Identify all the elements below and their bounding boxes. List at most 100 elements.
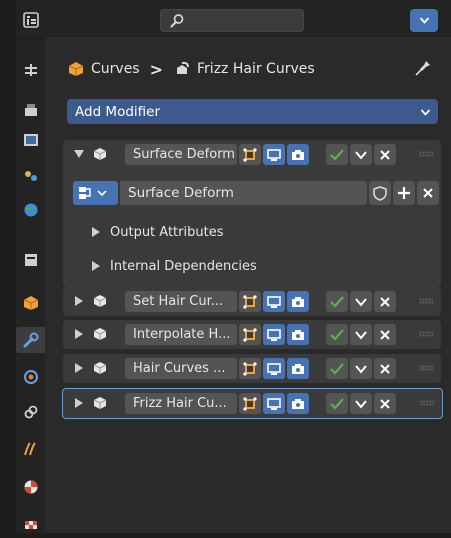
- add-modifier-label: Add Modifier: [75, 103, 161, 120]
- render-toggle[interactable]: [287, 358, 309, 379]
- scene-tab-icon[interactable]: [16, 197, 45, 223]
- apply-check-button[interactable]: [326, 324, 348, 345]
- chevron-down-icon: [355, 150, 367, 160]
- search-icon: [170, 14, 184, 28]
- fake-user-button[interactable]: [369, 181, 391, 205]
- node-group-name-field[interactable]: Surface Deform: [120, 181, 367, 205]
- expand-arrow-icon[interactable]: [75, 296, 83, 306]
- unlink-node-group-button[interactable]: [417, 181, 439, 205]
- subpanel-label: Output Attributes: [110, 224, 224, 240]
- subpanel-output-attributes[interactable]: Output Attributes: [92, 222, 223, 242]
- apply-check-button[interactable]: [326, 144, 348, 165]
- chevron-down-icon: [355, 364, 367, 374]
- properties-header: [45, 0, 451, 37]
- add-modifier-dropdown[interactable]: Add Modifier: [67, 99, 438, 124]
- edit-mode-toggle[interactable]: [239, 358, 261, 379]
- material-tab-icon[interactable]: [16, 474, 45, 500]
- modifier-menu-button[interactable]: [350, 324, 372, 345]
- edit-mode-toggle[interactable]: [239, 291, 261, 312]
- new-node-group-button[interactable]: [393, 181, 415, 205]
- chevron-down-icon: [97, 190, 107, 197]
- monitor-icon: [267, 295, 281, 308]
- render-toggle[interactable]: [287, 291, 309, 312]
- close-icon: [380, 398, 390, 409]
- close-icon: [380, 296, 390, 307]
- render-toggle[interactable]: [287, 144, 309, 165]
- modifier-header[interactable]: Hair Curves ...: [63, 354, 441, 382]
- modifier-name-field[interactable]: Hair Curves ...: [125, 358, 237, 379]
- apply-check-button[interactable]: [326, 291, 348, 312]
- expand-arrow-icon[interactable]: [75, 398, 83, 408]
- output-tab-icon[interactable]: [16, 127, 45, 153]
- edit-mode-toggle[interactable]: [239, 324, 261, 345]
- curves-data-icon: [177, 61, 190, 74]
- realtime-toggle[interactable]: [263, 393, 285, 414]
- remove-modifier-button[interactable]: [374, 144, 396, 165]
- camera-icon: [292, 296, 304, 307]
- edit-mode-toggle[interactable]: [239, 144, 261, 165]
- modifiers-tab-icon[interactable]: [16, 327, 45, 353]
- remove-modifier-button[interactable]: [374, 358, 396, 379]
- realtime-toggle[interactable]: [263, 144, 285, 165]
- apply-check-button[interactable]: [326, 358, 348, 379]
- pin-icon[interactable]: [414, 59, 432, 77]
- edit-mode-toggle[interactable]: [239, 393, 261, 414]
- camera-icon: [292, 329, 304, 340]
- drag-handle[interactable]: [420, 400, 434, 406]
- modifier-name-field[interactable]: Surface Deform: [125, 144, 237, 165]
- breadcrumb-separator: >: [149, 59, 164, 79]
- editor-type-icon[interactable]: [16, 7, 45, 33]
- drag-handle[interactable]: [419, 151, 433, 157]
- modifier-name-field[interactable]: Interpolate H...: [125, 324, 237, 345]
- realtime-toggle[interactable]: [263, 358, 285, 379]
- collection-tab-icon[interactable]: [16, 247, 45, 273]
- node-tree-icon: [79, 187, 91, 199]
- modifier-name-field[interactable]: Frizz Hair Cu...: [125, 393, 237, 414]
- object-tab-icon[interactable]: [16, 290, 45, 316]
- render-toggle[interactable]: [287, 393, 309, 414]
- realtime-toggle[interactable]: [263, 324, 285, 345]
- modifier-menu-button[interactable]: [350, 291, 372, 312]
- camera-icon: [292, 363, 304, 374]
- modifier-header[interactable]: Interpolate H...: [63, 320, 441, 348]
- edit-mode-icon: [243, 396, 257, 411]
- remove-modifier-button[interactable]: [374, 324, 396, 345]
- subpanel-internal-dependencies[interactable]: Internal Dependencies: [92, 256, 257, 276]
- physics-tab-icon[interactable]: [16, 399, 45, 425]
- shield-icon: [373, 186, 387, 201]
- view-layer-tab-icon[interactable]: [16, 162, 45, 188]
- apply-check-button[interactable]: [326, 393, 348, 414]
- node-group-browse-button[interactable]: [73, 181, 118, 205]
- modifier-header[interactable]: Surface Deform: [63, 140, 441, 168]
- constraints-tab-icon[interactable]: [16, 436, 45, 462]
- drag-handle[interactable]: [419, 298, 433, 304]
- expand-arrow-icon[interactable]: [75, 329, 83, 339]
- remove-modifier-button[interactable]: [374, 393, 396, 414]
- check-icon: [330, 397, 344, 410]
- remove-modifier-button[interactable]: [374, 291, 396, 312]
- modifier-menu-button[interactable]: [350, 144, 372, 165]
- chevron-down-icon: [355, 330, 367, 340]
- particles-tab-icon[interactable]: [16, 364, 45, 390]
- modifier-menu-button[interactable]: [350, 393, 372, 414]
- check-icon: [330, 328, 344, 341]
- breadcrumb-data-name: Frizz Hair Curves: [197, 61, 315, 77]
- tool-tab-icon[interactable]: [16, 57, 45, 83]
- options-dropdown-button[interactable]: [410, 9, 438, 32]
- node-group-selector-row: Surface Deform: [73, 181, 439, 207]
- check-icon: [330, 295, 344, 308]
- drag-handle[interactable]: [419, 365, 433, 371]
- modifier-header[interactable]: Frizz Hair Cu...: [63, 389, 442, 417]
- render-toggle[interactable]: [287, 324, 309, 345]
- texture-tab-icon[interactable]: [16, 512, 45, 538]
- render-tab-icon[interactable]: [16, 97, 45, 123]
- modifier-menu-button[interactable]: [350, 358, 372, 379]
- expand-arrow-icon[interactable]: [74, 150, 84, 158]
- collapsed-arrow-icon: [92, 227, 100, 237]
- search-input[interactable]: [160, 9, 304, 32]
- realtime-toggle[interactable]: [263, 291, 285, 312]
- modifier-header[interactable]: Set Hair Cur...: [63, 287, 441, 315]
- expand-arrow-icon[interactable]: [75, 363, 83, 373]
- drag-handle[interactable]: [419, 331, 433, 337]
- modifier-name-field[interactable]: Set Hair Cur...: [125, 291, 237, 312]
